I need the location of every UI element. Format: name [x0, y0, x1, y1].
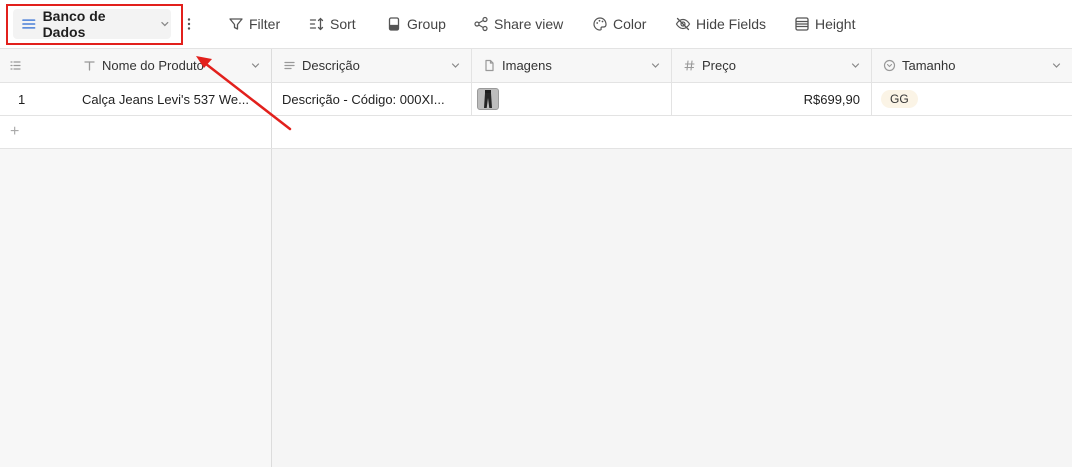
chevron-down-icon: [451, 63, 460, 68]
row-height-icon: [795, 17, 809, 31]
app-window: Banco de Dados Filter Sort Group Share v…: [0, 0, 1072, 467]
palette-icon: [593, 17, 607, 31]
sort-button[interactable]: Sort: [309, 13, 356, 35]
chevron-down-icon: [651, 63, 660, 68]
cell-value: Calça Jeans Levi's 537 We...: [82, 91, 249, 107]
color-label: Color: [613, 16, 647, 32]
view-switcher-button[interactable]: Banco de Dados: [13, 8, 171, 40]
column-header-imagens[interactable]: Imagens: [472, 49, 672, 82]
group-button[interactable]: Group: [386, 13, 446, 35]
column-header-label: Nome do Produto: [102, 58, 204, 73]
image-thumbnail[interactable]: [477, 88, 499, 110]
cell-tamanho[interactable]: GG: [872, 83, 1072, 115]
column-header-nome-do-produto[interactable]: Nome do Produto: [72, 49, 272, 82]
grid-header-row: Nome do Produto Descrição Imagens Preço …: [0, 49, 1072, 83]
add-row-plus: +: [10, 123, 20, 140]
size-tag: GG: [881, 90, 918, 108]
share-icon: [474, 16, 488, 32]
row-number-icon: [10, 61, 21, 70]
number-field-icon: [684, 60, 695, 71]
filter-button[interactable]: Filter: [228, 13, 280, 35]
share-view-button[interactable]: Share view: [473, 13, 563, 35]
add-row: +: [0, 116, 1072, 149]
column-header-label: Preço: [702, 58, 736, 73]
row-height-label: Height: [815, 16, 856, 32]
view-toolbar: Banco de Dados Filter Sort Group Share v…: [0, 0, 1072, 49]
filter-icon: [229, 18, 243, 30]
single-select-field-icon: [883, 59, 896, 72]
long-text-field-icon: [284, 61, 295, 70]
jeans-thumbnail-icon: [484, 90, 492, 108]
cell-value: Descrição - Código: 000XI...: [282, 91, 445, 107]
add-row-button[interactable]: +: [0, 116, 272, 148]
cell-value: R$699,90: [803, 91, 860, 107]
cell-imagens[interactable]: [472, 83, 672, 115]
group-label: Group: [407, 16, 446, 32]
hamburger-menu-icon: [22, 19, 36, 29]
column-header-tamanho[interactable]: Tamanho: [872, 49, 1072, 82]
share-view-label: Share view: [494, 16, 564, 32]
chevron-down-icon: [1052, 63, 1061, 68]
hide-fields-button[interactable]: Hide Fields: [675, 13, 766, 35]
filter-label: Filter: [249, 16, 281, 32]
sort-label: Sort: [330, 16, 356, 32]
hide-fields-label: Hide Fields: [696, 16, 767, 32]
row-index-cell[interactable]: 1: [0, 83, 72, 115]
column-header-label: Descrição: [302, 58, 360, 73]
text-field-icon: [84, 61, 95, 71]
sort-icon: [309, 17, 324, 31]
cell-descricao[interactable]: Descrição - Código: 000XI...: [272, 83, 472, 115]
kebab-menu-icon: [187, 18, 191, 30]
column-header-label: Tamanho: [902, 58, 956, 73]
chevron-down-icon: [161, 21, 169, 27]
column-header-preco[interactable]: Preço: [672, 49, 872, 82]
attachment-field-icon: [485, 59, 494, 72]
column-header-label: Imagens: [502, 58, 552, 73]
color-button[interactable]: Color: [592, 13, 646, 35]
cell-nome-do-produto[interactable]: Calça Jeans Levi's 537 We...: [72, 83, 272, 115]
group-icon: [388, 17, 400, 31]
view-name: Banco de Dados: [42, 8, 106, 40]
chevron-down-icon: [851, 63, 860, 68]
view-options-kebab-button[interactable]: [184, 15, 194, 33]
chevron-down-icon: [251, 63, 260, 68]
row-index: 1: [18, 91, 26, 107]
cell-preco[interactable]: R$699,90: [672, 83, 872, 115]
eye-off-icon: [675, 17, 691, 31]
row-height-button[interactable]: Height: [794, 13, 855, 35]
row-index-header[interactable]: [0, 49, 72, 82]
table-row[interactable]: 1 Calça Jeans Levi's 537 We... Descrição…: [0, 83, 1072, 116]
column-header-descricao[interactable]: Descrição: [272, 49, 472, 82]
